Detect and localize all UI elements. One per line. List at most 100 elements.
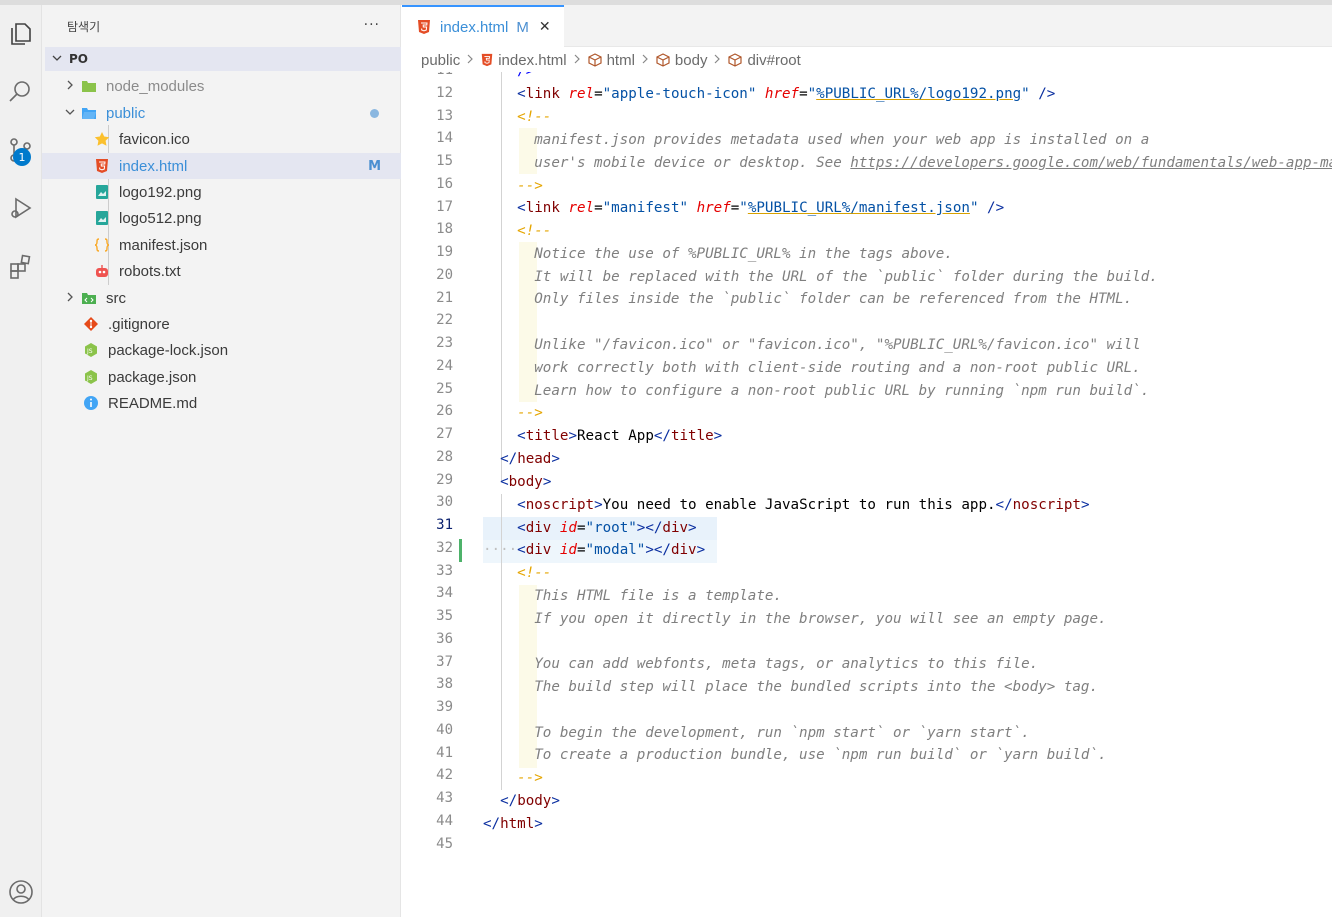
- line-number: 14: [436, 130, 453, 147]
- code-editor[interactable]: 11 12 13 14 15 16 17 18 19 20 21 22 23 24 25 26 27 28 29 30…: [402, 72, 1332, 917]
- code-line: Only files inside the `public` folder ca…: [534, 291, 1133, 307]
- tree-item-gitignore[interactable]: .gitignore: [42, 311, 401, 337]
- line-number: 12: [436, 84, 453, 101]
- line-number: 35: [436, 608, 453, 624]
- line-number: 30: [436, 494, 453, 511]
- tree-item-label: robots.txt: [119, 262, 181, 280]
- code-line: If you open it directly in the browser, …: [534, 611, 1107, 627]
- account-icon[interactable]: [0, 871, 42, 913]
- chevron-down-icon: [62, 106, 78, 120]
- tree-item-src[interactable]: src: [42, 285, 401, 311]
- explorer-header: 탐색기 ···: [42, 5, 400, 47]
- line-number: 40: [436, 721, 453, 738]
- robot-icon: [91, 262, 113, 280]
- editor-tabs: index.html M ✕: [402, 5, 1332, 47]
- tree-item-index-html[interactable]: index.html M: [42, 153, 401, 179]
- breadcrumb-item[interactable]: html: [607, 52, 635, 69]
- code-line: The build step will place the bundled sc…: [534, 679, 1098, 695]
- json-braces-icon: [91, 236, 113, 254]
- chevron-right-icon: [62, 291, 78, 305]
- line-number: 37: [436, 653, 453, 670]
- tree-item-node-modules[interactable]: node_modules: [42, 73, 401, 99]
- activity-bar: 1: [0, 5, 42, 917]
- explorer-title: 탐색기: [67, 19, 101, 34]
- tree-item-favicon[interactable]: favicon.ico: [42, 126, 401, 152]
- line-number: 13: [436, 107, 453, 124]
- svg-text:JS: JS: [86, 348, 93, 355]
- workspace-root[interactable]: PO: [45, 47, 401, 71]
- line-number: 23: [436, 335, 453, 351]
- tab-index-html[interactable]: index.html M ✕: [402, 5, 564, 47]
- code-line: This HTML file is a template.: [534, 588, 782, 604]
- close-icon[interactable]: ✕: [539, 19, 551, 35]
- tree-item-label: logo192.png: [119, 183, 202, 201]
- tree-item-label: src: [106, 289, 126, 307]
- folder-icon: [78, 289, 100, 307]
- breadcrumb-item[interactable]: div#root: [747, 52, 800, 69]
- line-number: 25: [436, 380, 453, 397]
- tree-item-robots[interactable]: robots.txt: [42, 258, 401, 284]
- code-line: Learn how to configure a non-root public…: [534, 383, 1150, 399]
- tree-item-label: node_modules: [106, 77, 205, 95]
- tree-item-label: .gitignore: [108, 315, 170, 333]
- code-line: To begin the development, run `npm start…: [534, 725, 1030, 741]
- chevron-right-icon: [641, 53, 649, 67]
- git-change-indicator: [459, 539, 462, 562]
- code-line: -->: [517, 405, 543, 421]
- extensions-icon[interactable]: [0, 245, 42, 287]
- info-icon: [80, 394, 102, 412]
- line-number: 21: [436, 289, 453, 306]
- explorer-icon[interactable]: [0, 13, 42, 55]
- line-number: 19: [436, 244, 453, 260]
- line-number: 22: [436, 312, 453, 329]
- tree-item-label: index.html: [119, 157, 188, 175]
- tree-item-label: logo512.png: [119, 209, 202, 227]
- code-line: ····<div id="modal"></div>: [483, 542, 706, 558]
- chevron-right-icon: [573, 53, 581, 67]
- folder-icon: [78, 77, 100, 95]
- line-number: 31: [436, 517, 453, 533]
- line-number: 17: [436, 198, 453, 215]
- run-debug-icon[interactable]: [0, 187, 42, 229]
- code-line: To create a production bundle, use `npm …: [534, 747, 1107, 763]
- tree-item-logo192[interactable]: logo192.png: [42, 179, 401, 205]
- breadcrumb-item[interactable]: public: [421, 52, 460, 69]
- code-line: user's mobile device or desktop. See htt…: [534, 155, 1332, 171]
- tree-item-manifest[interactable]: manifest.json: [42, 232, 401, 258]
- code-line: -->: [517, 770, 543, 786]
- tree-item-public[interactable]: public: [42, 100, 401, 126]
- tree-item-package-lock[interactable]: JS package-lock.json: [42, 337, 401, 363]
- tab-label: index.html: [440, 18, 509, 36]
- symbol-cube-icon: [587, 53, 603, 67]
- line-number: 15: [436, 153, 453, 169]
- line-number: 32: [436, 539, 453, 556]
- tab-modified-badge: M: [516, 18, 529, 36]
- tree-item-readme[interactable]: README.md: [42, 390, 401, 416]
- more-actions-icon[interactable]: ···: [364, 17, 380, 33]
- breadcrumb-item[interactable]: body: [675, 52, 708, 69]
- code-line: </body>: [500, 793, 560, 809]
- code-line: <!--: [517, 565, 552, 581]
- image-icon: [91, 209, 113, 227]
- line-number: 33: [436, 562, 453, 579]
- chevron-right-icon: [466, 53, 474, 67]
- star-icon: [91, 130, 113, 148]
- code-line: work correctly both with client-side rou…: [534, 360, 1141, 376]
- line-number: 38: [436, 676, 453, 693]
- search-icon[interactable]: [0, 71, 42, 113]
- nodejs-icon: JS: [80, 341, 102, 359]
- html5-icon: [91, 157, 113, 175]
- tree-item-logo512[interactable]: logo512.png: [42, 205, 401, 231]
- tree-item-label: package-lock.json: [108, 341, 229, 359]
- code-line: <div id="root"></div>: [517, 520, 697, 536]
- line-number: 29: [436, 471, 453, 488]
- code-content[interactable]: /> <link rel="apple-touch-icon" href="%P…: [483, 72, 1332, 832]
- source-control-badge: 1: [13, 148, 31, 166]
- modified-dot-icon: [370, 109, 379, 118]
- code-line: Notice the use of %PUBLIC_URL% in the ta…: [534, 246, 953, 262]
- tree-item-label: public: [106, 104, 146, 122]
- line-number: 18: [436, 221, 453, 238]
- tree-item-package[interactable]: JS package.json: [42, 364, 401, 390]
- code-line: </html>: [483, 816, 543, 832]
- breadcrumb-item[interactable]: index.html: [498, 52, 566, 69]
